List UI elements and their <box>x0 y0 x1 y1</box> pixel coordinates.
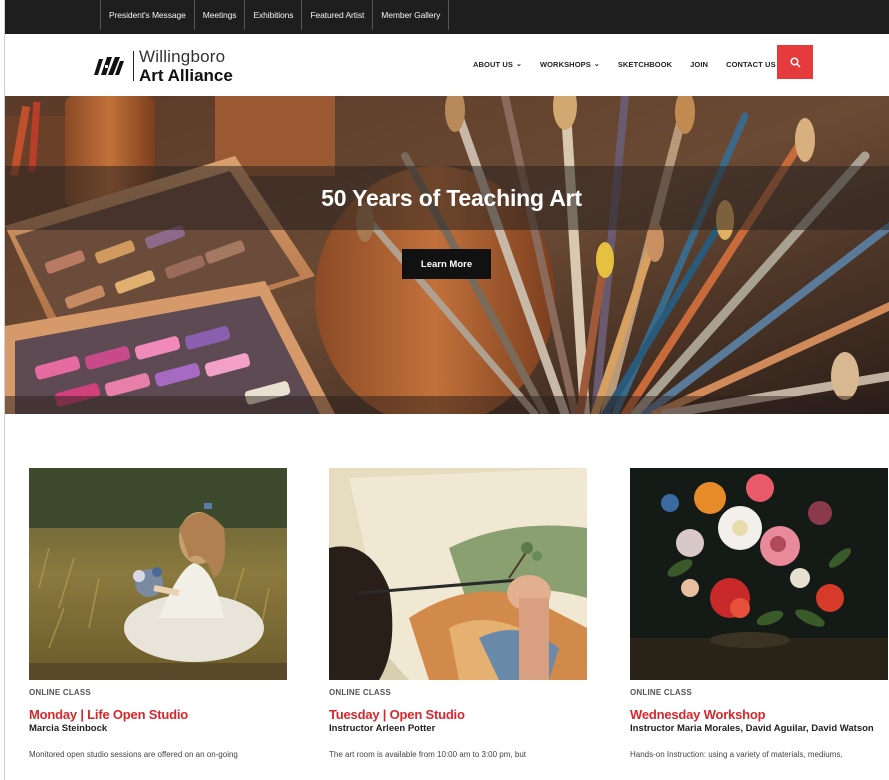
nav-sketchbook[interactable]: SKETCHBOOK <box>618 54 672 74</box>
card-body: Monitored open studio sessions are offer… <box>29 749 238 759</box>
card-title[interactable]: Monday | Life Open Studio <box>29 707 287 722</box>
nav-contact-us[interactable]: CONTACT US <box>726 54 776 74</box>
card-image[interactable] <box>29 468 287 680</box>
card-category: ONLINE CLASS <box>630 688 692 697</box>
chevron-down-icon: ⌄ <box>515 61 522 68</box>
hero-title-band: 50 Years of Teaching Art <box>5 166 889 230</box>
class-card-monday: ONLINE CLASS Monday | Life Open Studio M… <box>29 468 287 761</box>
nav-sketchbook-label: SKETCHBOOK <box>617 59 673 69</box>
card-subtitle: Marcia Steinbock <box>29 723 108 734</box>
nav-workshops[interactable]: WORKSHOPS ⌄ <box>540 54 600 74</box>
utility-link-member-gallery[interactable]: Member Gallery <box>372 0 450 30</box>
utility-link-featured-artist[interactable]: Featured Artist <box>301 0 372 30</box>
site-logo[interactable]: Willingboro Art Alliance <box>93 48 233 84</box>
card-title[interactable]: Wednesday Workshop <box>630 707 888 722</box>
page: President's Message Meetings Exhibitions… <box>4 0 889 780</box>
card-image[interactable] <box>329 468 587 680</box>
class-card-wednesday: ONLINE CLASS Wednesday Workshop Instruct… <box>630 468 888 761</box>
nav-join[interactable]: JOIN <box>690 54 708 74</box>
logo-text: Willingboro Art Alliance <box>139 48 233 84</box>
chevron-down-icon: ⌄ <box>593 61 600 68</box>
card-body: Hands-on Instruction: using a variety of… <box>630 749 843 759</box>
learn-more-button[interactable]: Learn More <box>402 249 491 279</box>
card-title[interactable]: Tuesday | Open Studio <box>329 707 587 722</box>
nav-about-us-label: ABOUT US <box>473 59 513 69</box>
hero-banner: 50 Years of Teaching Art Learn More <box>5 96 889 414</box>
class-card-tuesday: ONLINE CLASS Tuesday | Open Studio Instr… <box>329 468 587 761</box>
card-subtitle: Instructor Arleen Potter <box>329 723 436 734</box>
nav-contact-us-label: CONTACT US <box>726 59 776 69</box>
hero-title: 50 Years of Teaching Art <box>321 184 582 211</box>
main-nav: ABOUT US ⌄ WORKSHOPS ⌄ SKETCHBOOK JOIN CON… <box>473 54 794 74</box>
logo-line1: Willingboro <box>139 47 226 66</box>
card-category: ONLINE CLASS <box>29 688 91 697</box>
nav-about-us[interactable]: ABOUT US ⌄ <box>473 54 522 74</box>
logo-line2: Art Alliance <box>139 66 233 85</box>
search-button[interactable] <box>777 45 813 79</box>
card-subtitle: Instructor Maria Morales, David Aguilar,… <box>630 723 874 734</box>
card-image[interactable] <box>630 468 888 680</box>
utility-link-presidents-message[interactable]: President's Message <box>100 0 194 30</box>
utility-nav: President's Message Meetings Exhibitions… <box>5 0 889 34</box>
search-icon <box>789 56 801 68</box>
utility-link-exhibitions[interactable]: Exhibitions <box>244 0 301 30</box>
nav-join-label: JOIN <box>690 59 709 69</box>
card-body: The art room is available from 10:00 am … <box>329 749 526 759</box>
site-header: Willingboro Art Alliance ABOUT US ⌄ WORKS… <box>5 34 889 96</box>
utility-link-meetings[interactable]: Meetings <box>193 0 245 30</box>
card-category: ONLINE CLASS <box>329 688 391 697</box>
logo-mark-icon <box>93 53 129 79</box>
logo-divider <box>133 51 134 81</box>
nav-workshops-label: WORKSHOPS <box>539 59 591 69</box>
